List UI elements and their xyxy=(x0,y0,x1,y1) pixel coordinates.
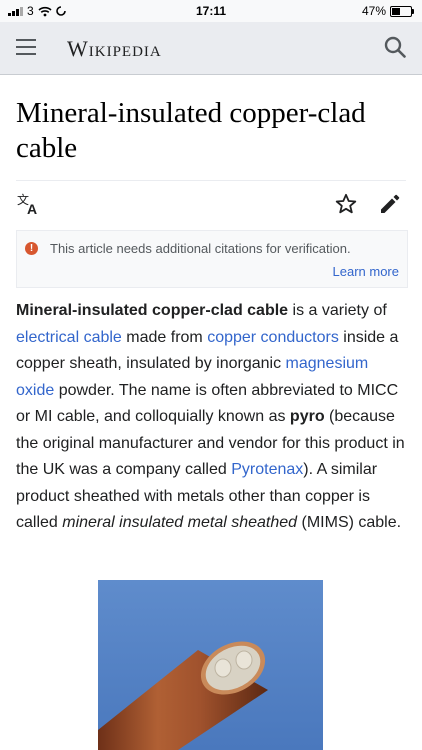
warning-icon: ! xyxy=(25,242,38,255)
svg-text:A: A xyxy=(27,201,37,217)
citation-notice: ! This article needs additional citation… xyxy=(16,230,408,288)
page-title: Mineral-insulated copper-clad cable xyxy=(16,97,366,164)
battery-percent: 47% xyxy=(361,4,386,18)
wikipedia-logo[interactable]: Wikipedia xyxy=(67,36,162,62)
bold-term: pyro xyxy=(289,408,325,425)
paragraph-text: is a variety of xyxy=(288,302,387,319)
search-icon[interactable] xyxy=(384,36,406,58)
page-actions: 文 A xyxy=(16,188,406,222)
article-link[interactable]: electrical cable xyxy=(16,329,122,346)
italic-term: mineral insulated metal sheathed xyxy=(62,514,298,531)
paragraph-text: (MIMS) cable. xyxy=(297,514,402,531)
clock: 17:11 xyxy=(195,4,227,18)
status-bar: 3 17:11 47% xyxy=(0,0,422,22)
cable-photo-graphic xyxy=(98,580,323,750)
cable-image[interactable] xyxy=(98,580,323,750)
title-divider xyxy=(16,180,406,181)
article-link[interactable]: copper conductors xyxy=(207,329,339,346)
article-link[interactable]: Pyrotenax xyxy=(231,461,303,478)
lead-paragraph: Mineral-insulated copper-clad cable is a… xyxy=(16,298,408,537)
header-bar: Wikipedia xyxy=(0,22,422,75)
star-icon[interactable] xyxy=(334,192,358,216)
battery-fill xyxy=(392,7,400,15)
notice-text: This article needs additional citations … xyxy=(50,241,351,256)
pencil-icon[interactable] xyxy=(378,192,402,216)
learn-more-link[interactable]: Learn more xyxy=(333,264,399,279)
paragraph-text: made from xyxy=(121,328,208,346)
hamburger-icon[interactable] xyxy=(16,39,36,55)
language-icon[interactable]: 文 A xyxy=(16,191,42,217)
bold-term: Mineral-insulated copper-clad cable xyxy=(16,302,289,319)
battery-icon xyxy=(390,5,414,17)
